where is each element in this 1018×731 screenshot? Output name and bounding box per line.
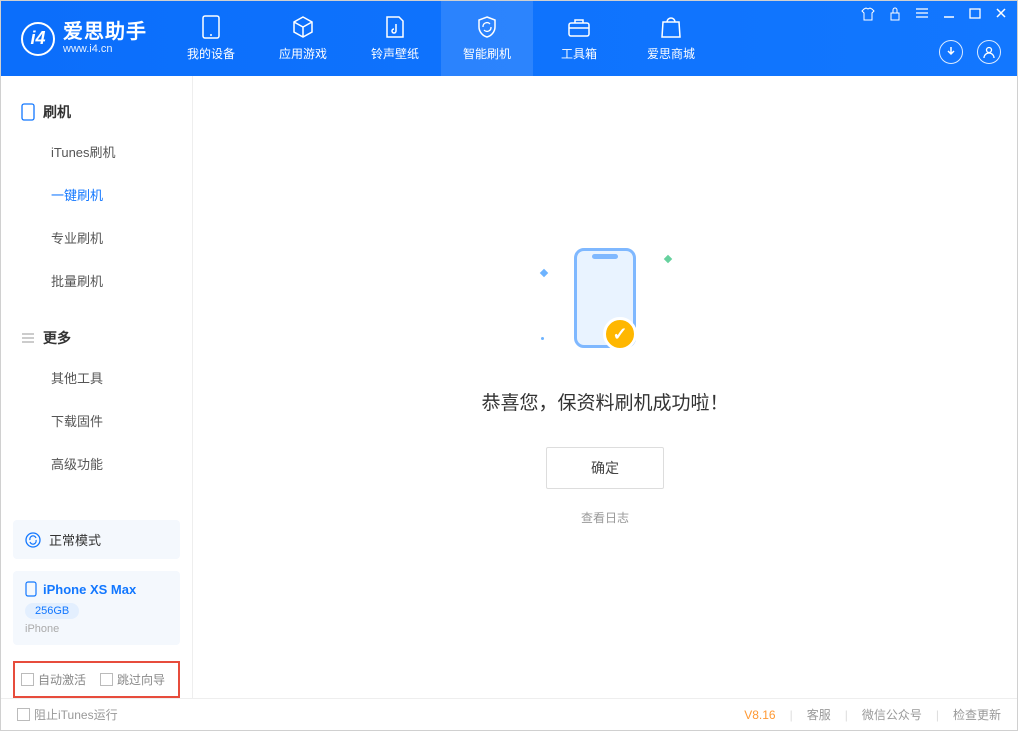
options-highlight-box: 自动激活 跳过向导 [13,661,180,698]
checkbox-icon [100,673,113,686]
sidebar-title-flash: 刷机 [1,94,192,130]
sidebar-item-itunes-flash[interactable]: iTunes刷机 [1,130,192,173]
sparkle-icon [664,255,672,263]
sidebar-section-flash: 刷机 iTunes刷机 一键刷机 专业刷机 批量刷机 [1,76,192,302]
checkbox-icon [17,708,30,721]
sidebar-item-oneclick-flash[interactable]: 一键刷机 [1,173,192,216]
list-icon [21,331,35,345]
header-actions [939,40,1001,64]
window-controls [859,5,1009,23]
view-log-link[interactable]: 查看日志 [581,509,629,526]
app-name-en: www.i4.cn [63,43,147,55]
cube-icon [291,15,315,39]
mode-label: 正常模式 [49,530,101,549]
checkbox-skip-guide[interactable]: 跳过向导 [100,671,165,688]
nav-apps-games[interactable]: 应用游戏 [257,1,349,76]
body-area: 刷机 iTunes刷机 一键刷机 专业刷机 批量刷机 更多 其他工具 下载固件 … [1,76,1017,698]
sidebar: 刷机 iTunes刷机 一键刷机 专业刷机 批量刷机 更多 其他工具 下载固件 … [1,76,193,698]
footer-right: V8.16 | 客服 | 微信公众号 | 检查更新 [744,706,1001,723]
download-button[interactable] [939,40,963,64]
toolbox-icon [567,15,591,39]
main-content: ✓ 恭喜您，保资料刷机成功啦！ 确定 查看日志 [193,76,1017,698]
sparkle-icon [540,269,548,277]
nav-ringtones[interactable]: 铃声壁纸 [349,1,441,76]
success-illustration: ✓ [545,248,665,358]
minimize-icon[interactable] [941,5,957,23]
footer-left: 阻止iTunes运行 [17,706,118,723]
footer-link-update[interactable]: 检查更新 [953,706,1001,723]
sidebar-section-more: 更多 其他工具 下载固件 高级功能 [1,302,192,485]
checkbox-icon [21,673,34,686]
sidebar-item-advanced[interactable]: 高级功能 [1,442,192,485]
logo-area: i4 爱思助手 www.i4.cn [1,21,165,55]
check-badge-icon: ✓ [603,317,637,351]
footer-link-wechat[interactable]: 微信公众号 [862,706,922,723]
ok-button[interactable]: 确定 [546,447,664,489]
music-file-icon [383,15,407,39]
sidebar-title-more: 更多 [1,320,192,356]
nav-bar: 我的设备 应用游戏 铃声壁纸 智能刷机 工具箱 爱思商城 [165,1,717,76]
checkbox-block-itunes[interactable]: 阻止iTunes运行 [17,706,118,723]
version-label: V8.16 [744,708,775,722]
refresh-shield-icon [475,15,499,39]
bag-icon [659,15,683,39]
nav-my-device[interactable]: 我的设备 [165,1,257,76]
app-name-cn: 爱思助手 [63,21,147,43]
maximize-icon[interactable] [967,5,983,23]
phone-small-icon [25,581,37,597]
header-bar: i4 爱思助手 www.i4.cn 我的设备 应用游戏 铃声壁纸 智能刷机 工具… [1,1,1017,76]
footer-bar: 阻止iTunes运行 V8.16 | 客服 | 微信公众号 | 检查更新 [1,698,1017,730]
lock-icon[interactable] [887,5,903,23]
sidebar-item-other-tools[interactable]: 其他工具 [1,356,192,399]
phone-graphic: ✓ [574,248,636,348]
nav-flash[interactable]: 智能刷机 [441,1,533,76]
shirt-icon[interactable] [859,5,877,23]
device-name-row: iPhone XS Max [25,581,168,597]
nav-toolbox[interactable]: 工具箱 [533,1,625,76]
checkbox-auto-activate[interactable]: 自动激活 [21,671,86,688]
sparkle-icon [541,337,544,340]
device-type: iPhone [25,623,168,635]
logo-icon: i4 [21,22,55,56]
nav-store[interactable]: 爱思商城 [625,1,717,76]
sidebar-item-pro-flash[interactable]: 专业刷机 [1,216,192,259]
sidebar-item-batch-flash[interactable]: 批量刷机 [1,259,192,302]
device-info-box[interactable]: iPhone XS Max 256GB iPhone [13,571,180,645]
close-icon[interactable] [993,5,1009,23]
user-button[interactable] [977,40,1001,64]
phone-icon [21,103,35,121]
menu-icon[interactable] [913,5,931,23]
success-message: 恭喜您，保资料刷机成功啦！ [481,388,728,415]
logo-text: 爱思助手 www.i4.cn [63,21,147,55]
footer-link-support[interactable]: 客服 [807,706,831,723]
device-icon [199,15,223,39]
sync-icon [25,532,41,548]
device-mode-box[interactable]: 正常模式 [13,520,180,559]
storage-badge: 256GB [25,603,79,619]
sidebar-item-download-firmware[interactable]: 下载固件 [1,399,192,442]
